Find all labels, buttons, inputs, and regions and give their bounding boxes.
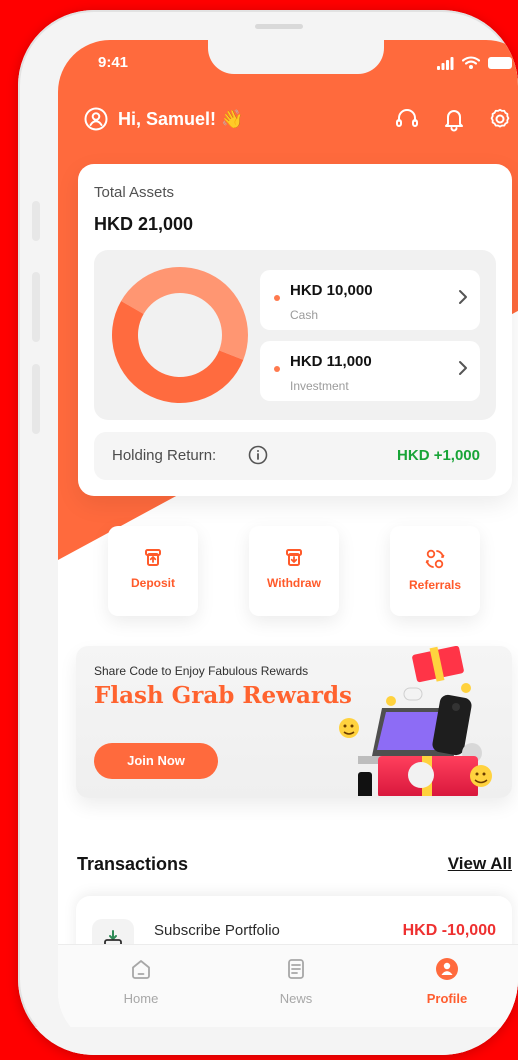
- rewards-banner[interactable]: Share Code to Enjoy Fabulous Rewards Fla…: [76, 646, 512, 798]
- signal-icon: [437, 56, 454, 70]
- asset-label: Investment: [290, 379, 349, 393]
- phone-notch: [208, 40, 384, 74]
- total-assets-label: Total Assets: [94, 184, 175, 201]
- side-button: [32, 364, 40, 434]
- tab-news[interactable]: News: [251, 957, 341, 1006]
- action-label: Referrals: [408, 578, 462, 592]
- tab-home[interactable]: Home: [96, 957, 186, 1006]
- battery-icon: [488, 57, 512, 69]
- app-screen: 9:41 Hi, Samuel! 👋 Total Assets HKD 21,0…: [58, 40, 518, 1046]
- holding-return-value: HKD +1,000: [397, 447, 480, 464]
- promo-subtitle: Share Code to Enjoy Fabulous Rewards: [94, 664, 309, 678]
- total-assets-card: Total Assets HKD 21,000 HKD 10,000 Cash …: [78, 164, 512, 496]
- asset-dot: [274, 366, 280, 372]
- greeting-text: Hi, Samuel! 👋: [118, 108, 244, 129]
- chevron-right-icon: [459, 290, 467, 304]
- action-label: Withdraw: [267, 576, 321, 590]
- gear-icon[interactable]: [488, 107, 512, 131]
- wifi-icon: [462, 56, 480, 69]
- transactions-title: Transactions: [77, 854, 189, 874]
- asset-amount: HKD 11,000: [290, 353, 372, 370]
- total-assets-value: HKD 21,000: [94, 214, 194, 234]
- assets-breakdown: HKD 10,000 Cash HKD 11,000 Investment: [94, 250, 496, 420]
- holding-return-label: Holding Return:: [112, 447, 217, 464]
- phone-frame: 9:41 Hi, Samuel! 👋 Total Assets HKD 21,0…: [18, 10, 518, 1055]
- user-icon[interactable]: [84, 107, 108, 131]
- home-icon: [132, 960, 150, 979]
- withdraw-button[interactable]: Withdraw: [249, 526, 339, 616]
- rewards-illustration: [339, 646, 492, 796]
- deposit-button[interactable]: Deposit: [108, 526, 198, 616]
- side-button: [32, 201, 40, 241]
- status-icons: [436, 56, 512, 70]
- transaction-amount: HKD -10,000: [402, 922, 496, 939]
- speaker-grille: [255, 24, 303, 29]
- tab-label: Profile: [426, 991, 468, 1006]
- withdraw-icon: [286, 549, 302, 566]
- assets-donut-chart: [111, 267, 248, 403]
- asset-amount: HKD 10,000: [290, 282, 373, 299]
- quick-actions: Deposit Withdraw Referrals: [108, 526, 480, 618]
- phone-bottom-bezel: [18, 1027, 518, 1055]
- asset-row-cash[interactable]: HKD 10,000 Cash: [260, 270, 480, 330]
- view-all-link[interactable]: View All: [448, 854, 512, 874]
- asset-label: Cash: [290, 308, 319, 322]
- referrals-icon: [425, 549, 445, 569]
- tab-label: Home: [123, 991, 159, 1006]
- status-time: 9:41: [98, 54, 129, 71]
- transaction-name: Subscribe Portfolio: [154, 922, 280, 939]
- action-label: Deposit: [130, 576, 175, 590]
- info-icon[interactable]: [248, 445, 268, 465]
- side-button: [32, 272, 40, 342]
- tab-profile[interactable]: Profile: [402, 957, 492, 1006]
- profile-icon: [436, 958, 458, 980]
- top-header: Hi, Samuel! 👋: [84, 102, 512, 136]
- referrals-button[interactable]: Referrals: [390, 526, 480, 616]
- tab-label: News: [279, 991, 313, 1006]
- header-actions: [394, 106, 512, 132]
- join-now-button[interactable]: Join Now: [94, 743, 218, 779]
- asset-row-investment[interactable]: HKD 11,000 Investment: [260, 341, 480, 401]
- headset-icon[interactable]: [394, 106, 420, 132]
- chevron-right-icon: [459, 361, 467, 375]
- promo-title: Flash Grab Rewards: [94, 682, 352, 709]
- holding-return-row: Holding Return: HKD +1,000: [94, 432, 496, 480]
- asset-dot: [274, 295, 280, 301]
- bell-icon[interactable]: [442, 106, 466, 132]
- news-icon: [288, 959, 304, 979]
- deposit-icon: [145, 549, 161, 566]
